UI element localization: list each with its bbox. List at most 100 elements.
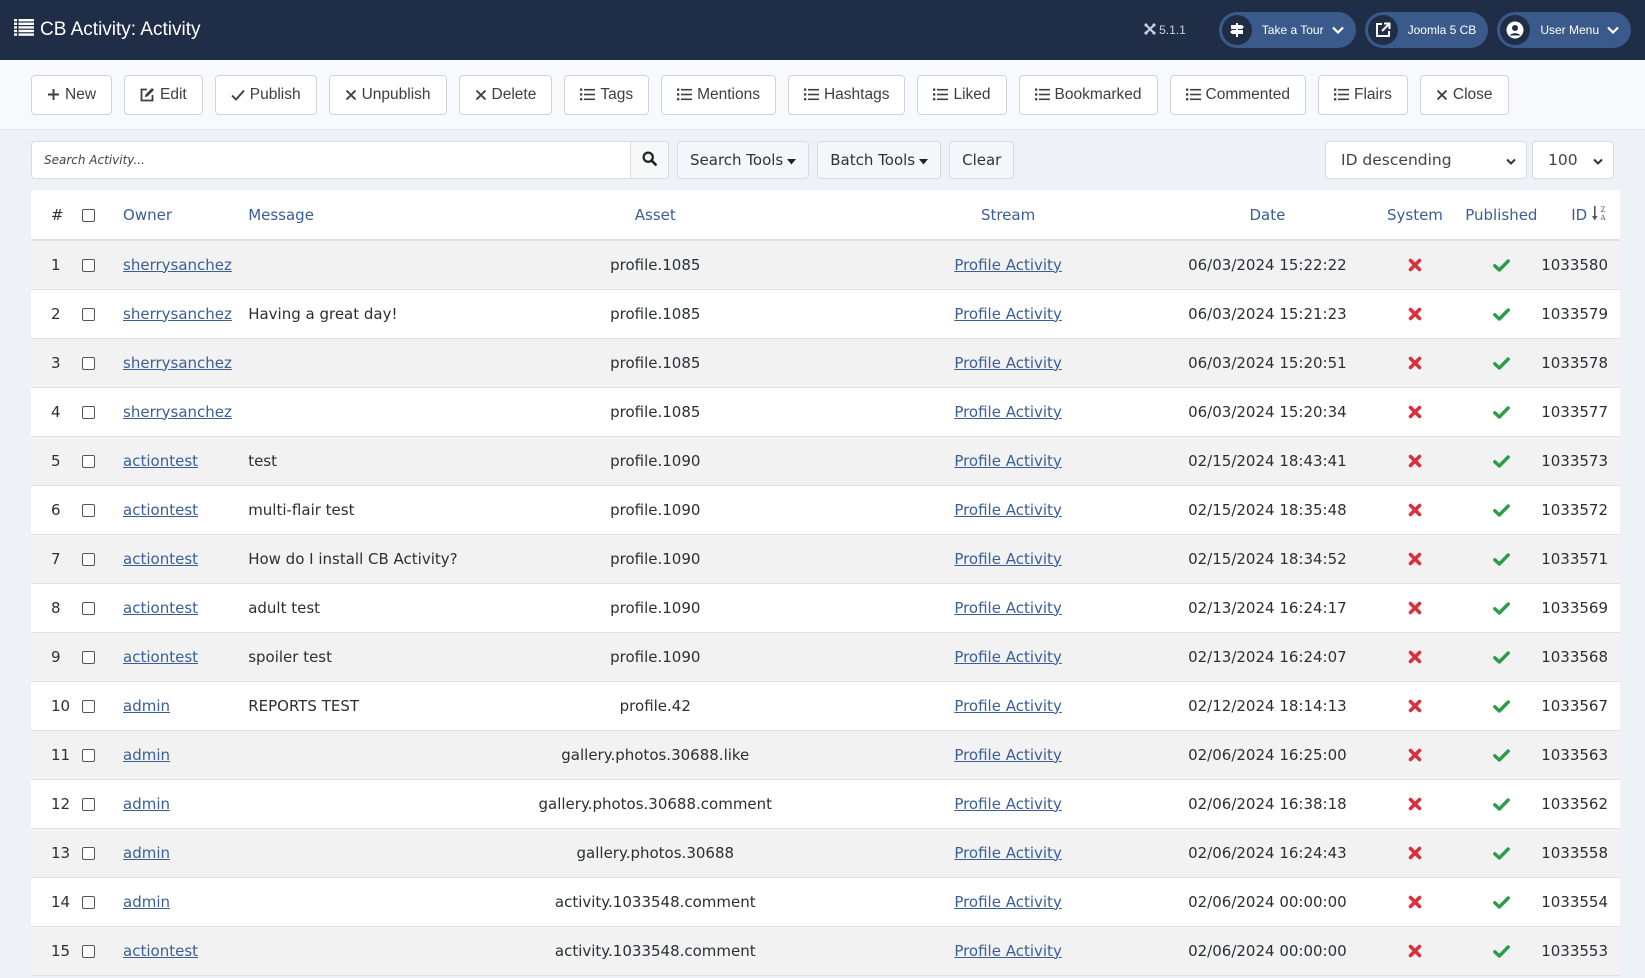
check-icon[interactable] — [1492, 699, 1510, 713]
row-checkbox[interactable] — [82, 405, 96, 419]
owner-link[interactable]: admin — [123, 844, 170, 862]
user-menu-button[interactable]: User Menu — [1497, 12, 1631, 48]
stream-link[interactable]: Profile Activity — [954, 893, 1062, 911]
stream-link[interactable]: Profile Activity — [954, 844, 1062, 862]
take-a-tour-button[interactable]: Take a Tour — [1218, 12, 1356, 48]
stream-link[interactable]: Profile Activity — [954, 403, 1062, 421]
check-icon[interactable] — [1492, 259, 1510, 272]
stream-link[interactable]: Profile Activity — [954, 305, 1062, 323]
owner-link[interactable]: sherrysanchez — [123, 256, 232, 274]
col-header-system[interactable]: System — [1368, 190, 1462, 241]
col-header-date[interactable]: Date — [1166, 190, 1369, 241]
flairs-button[interactable]: Flairs — [1317, 74, 1408, 115]
check-icon[interactable] — [1492, 405, 1510, 419]
check-icon[interactable] — [1492, 797, 1510, 811]
published-cell — [1461, 240, 1542, 290]
row-checkbox[interactable] — [82, 307, 96, 321]
bookmarked-button[interactable]: Bookmarked — [1018, 74, 1158, 115]
owner-link[interactable]: admin — [123, 746, 170, 764]
row-checkbox[interactable] — [82, 797, 96, 811]
delete-button[interactable]: Delete — [458, 74, 553, 115]
stream-link[interactable]: Profile Activity — [954, 648, 1062, 666]
close-button[interactable]: Close — [1419, 74, 1509, 115]
check-icon[interactable] — [1492, 454, 1510, 468]
check-icon[interactable] — [1492, 650, 1510, 664]
owner-link[interactable]: actiontest — [123, 942, 198, 960]
owner-link[interactable]: actiontest — [123, 550, 198, 568]
stream-cell: Profile Activity — [849, 387, 1167, 437]
check-icon[interactable] — [1492, 552, 1510, 566]
check-icon[interactable] — [1492, 307, 1510, 321]
row-checkbox[interactable] — [82, 601, 96, 615]
owner-link[interactable]: actiontest — [123, 599, 198, 617]
commented-button[interactable]: Commented — [1169, 74, 1306, 115]
check-icon[interactable] — [1492, 503, 1510, 517]
owner-link[interactable]: admin — [123, 795, 170, 813]
row-checkbox[interactable] — [82, 895, 96, 909]
owner-link[interactable]: admin — [123, 893, 170, 911]
row-checkbox[interactable] — [82, 552, 96, 566]
col-header-message[interactable]: Message — [248, 190, 461, 241]
col-header-id[interactable]: ID Z A — [1541, 190, 1620, 241]
search-tools-button[interactable]: Search Tools — [677, 141, 810, 179]
row-checkbox[interactable] — [82, 846, 96, 860]
times-icon — [475, 89, 487, 101]
chevron-down-icon — [1331, 26, 1344, 34]
stream-link[interactable]: Profile Activity — [954, 599, 1062, 617]
check-icon[interactable] — [1492, 601, 1510, 615]
stream-link[interactable]: Profile Activity — [954, 501, 1062, 519]
search-input[interactable] — [32, 142, 630, 178]
id-cell: 1033577 — [1541, 387, 1620, 437]
joomla-5-cb-button[interactable]: Joomla 5 CB — [1364, 12, 1489, 48]
check-icon[interactable] — [1492, 944, 1510, 958]
new-button[interactable]: New — [31, 74, 113, 115]
clear-button[interactable]: Clear — [949, 141, 1015, 179]
search-button[interactable] — [630, 142, 668, 178]
row-select-cell — [82, 926, 122, 976]
list-limit-select[interactable]: 100 — [1532, 141, 1614, 179]
toolbar: New Edit Publish Unpublish Delete Tags Mention… — [0, 60, 1645, 130]
col-header-stream[interactable]: Stream — [849, 190, 1167, 241]
owner-link[interactable]: actiontest — [123, 648, 198, 666]
owner-link[interactable]: sherrysanchez — [123, 305, 232, 323]
row-checkbox[interactable] — [82, 748, 96, 762]
stream-link[interactable]: Profile Activity — [954, 942, 1062, 960]
owner-link[interactable]: sherrysanchez — [123, 403, 232, 421]
owner-link[interactable]: admin — [123, 697, 170, 715]
owner-link[interactable]: sherrysanchez — [123, 354, 232, 372]
unpublish-button[interactable]: Unpublish — [328, 74, 447, 115]
stream-link[interactable]: Profile Activity — [954, 795, 1062, 813]
stream-link[interactable]: Profile Activity — [954, 256, 1062, 274]
stream-link[interactable]: Profile Activity — [954, 746, 1062, 764]
batch-tools-button[interactable]: Batch Tools — [817, 141, 942, 179]
row-checkbox[interactable] — [82, 258, 96, 272]
stream-link[interactable]: Profile Activity — [954, 697, 1062, 715]
col-header-published[interactable]: Published — [1461, 190, 1542, 241]
check-icon[interactable] — [1492, 356, 1510, 370]
check-icon[interactable] — [1492, 748, 1510, 762]
liked-button[interactable]: Liked — [917, 74, 1007, 115]
row-checkbox[interactable] — [82, 699, 96, 713]
owner-link[interactable]: actiontest — [123, 452, 198, 470]
row-checkbox[interactable] — [82, 650, 96, 664]
stream-link[interactable]: Profile Activity — [954, 354, 1062, 372]
check-icon[interactable] — [1492, 895, 1510, 909]
stream-link[interactable]: Profile Activity — [954, 452, 1062, 470]
edit-button[interactable]: Edit — [124, 74, 203, 115]
owner-link[interactable]: actiontest — [123, 501, 198, 519]
check-icon[interactable] — [1492, 846, 1510, 860]
row-checkbox[interactable] — [82, 503, 96, 517]
select-all-checkbox[interactable] — [82, 208, 96, 222]
hashtags-button[interactable]: Hashtags — [787, 74, 906, 115]
tags-button[interactable]: Tags — [564, 74, 650, 115]
col-header-asset[interactable]: Asset — [460, 190, 850, 241]
stream-link[interactable]: Profile Activity — [954, 550, 1062, 568]
row-checkbox[interactable] — [82, 454, 96, 468]
row-select-cell — [82, 534, 122, 584]
row-checkbox[interactable] — [82, 356, 96, 370]
sort-select[interactable]: ID descending — [1325, 141, 1527, 179]
mentions-button[interactable]: Mentions — [661, 74, 776, 115]
row-checkbox[interactable] — [82, 944, 96, 958]
publish-button[interactable]: Publish — [214, 74, 317, 115]
col-header-owner[interactable]: Owner — [121, 190, 249, 241]
